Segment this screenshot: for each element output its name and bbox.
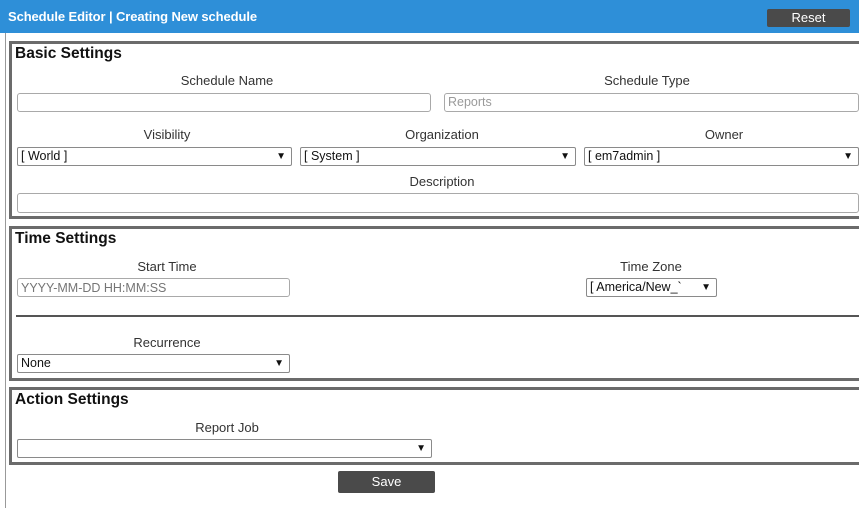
visibility-value: [ World ] bbox=[21, 149, 68, 163]
chevron-down-icon: ▼ bbox=[701, 282, 711, 293]
visibility-select[interactable]: [ World ] ▼ bbox=[17, 147, 292, 166]
basic-settings-panel: Basic Settings Schedule Name Schedule Ty… bbox=[9, 41, 859, 219]
start-time-input[interactable] bbox=[17, 278, 290, 297]
start-time-label: Start Time bbox=[137, 259, 197, 274]
chevron-down-icon: ▼ bbox=[276, 151, 286, 162]
frame-border bbox=[5, 33, 6, 508]
organization-select[interactable]: [ System ] ▼ bbox=[300, 147, 576, 166]
organization-label: Organization bbox=[405, 127, 479, 142]
report-job-label: Report Job bbox=[195, 420, 259, 435]
chevron-down-icon: ▼ bbox=[274, 358, 284, 369]
schedule-name-label: Schedule Name bbox=[180, 73, 274, 88]
recurrence-value: None bbox=[21, 356, 51, 370]
report-job-select[interactable]: ▼ bbox=[17, 439, 432, 458]
time-settings-panel: Time Settings Start Time Time Zone [ Ame… bbox=[9, 226, 859, 381]
page-title: Schedule Editor | Creating New schedule bbox=[8, 9, 257, 24]
schedule-type-label: Schedule Type bbox=[604, 73, 690, 88]
reset-button[interactable]: Reset bbox=[767, 9, 850, 27]
recurrence-select[interactable]: None ▼ bbox=[17, 354, 290, 373]
chevron-down-icon: ▼ bbox=[416, 443, 426, 454]
section-divider bbox=[16, 315, 859, 317]
owner-label: Owner bbox=[704, 127, 744, 142]
action-settings-title: Action Settings bbox=[15, 391, 129, 408]
chevron-down-icon: ▼ bbox=[843, 151, 853, 162]
save-button[interactable]: Save bbox=[338, 471, 435, 493]
owner-select[interactable]: [ em7admin ] ▼ bbox=[584, 147, 859, 166]
description-input[interactable] bbox=[17, 193, 859, 213]
time-zone-label: Time Zone bbox=[620, 259, 682, 274]
basic-settings-title: Basic Settings bbox=[15, 45, 122, 62]
organization-value: [ System ] bbox=[304, 149, 360, 163]
time-zone-value: [ America/New_` bbox=[590, 280, 682, 294]
time-zone-select[interactable]: [ America/New_` ▼ bbox=[586, 278, 717, 297]
owner-value: [ em7admin ] bbox=[588, 149, 661, 163]
editor-titlebar: Schedule Editor | Creating New schedule … bbox=[0, 0, 859, 33]
schedule-name-input[interactable] bbox=[17, 93, 431, 112]
chevron-down-icon: ▼ bbox=[560, 151, 570, 162]
schedule-type-field: Reports bbox=[444, 93, 859, 112]
visibility-label: Visibility bbox=[143, 127, 191, 142]
recurrence-label: Recurrence bbox=[133, 335, 201, 350]
description-label: Description bbox=[409, 174, 475, 189]
time-settings-title: Time Settings bbox=[15, 230, 117, 247]
action-settings-panel: Action Settings Report Job ▼ bbox=[9, 387, 859, 465]
